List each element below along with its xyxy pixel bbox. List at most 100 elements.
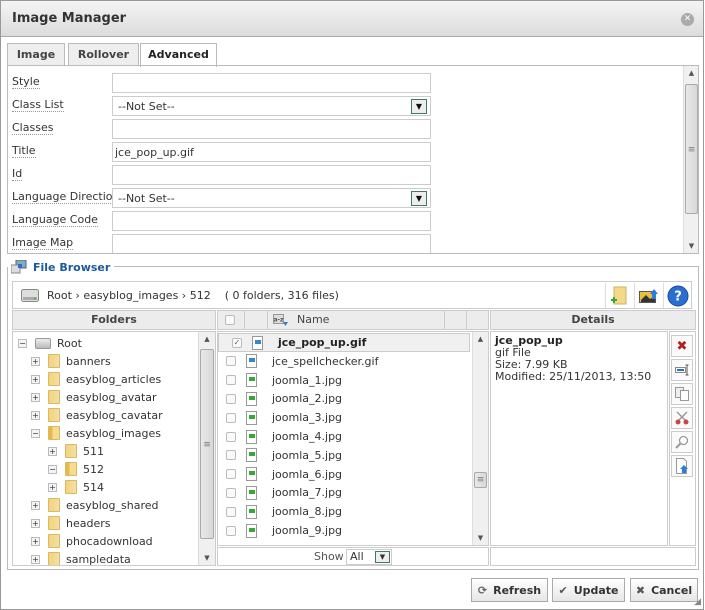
class-list-value: --Not Set-- bbox=[118, 100, 175, 113]
files-scrollbar[interactable]: ▲ ≡ ▼ bbox=[472, 332, 488, 545]
collapse-icon[interactable]: − bbox=[18, 338, 27, 348]
tree-item[interactable]: + easyblog_articles bbox=[31, 370, 161, 388]
delete-button[interactable]: ✖ bbox=[671, 335, 693, 357]
tree-item[interactable]: − easyblog_images bbox=[31, 424, 161, 442]
name-column-header[interactable]: Name bbox=[297, 311, 329, 329]
id-input[interactable] bbox=[112, 165, 431, 185]
close-icon[interactable]: ✕ bbox=[681, 13, 694, 26]
scroll-up-icon[interactable]: ▲ bbox=[684, 66, 698, 80]
style-input[interactable] bbox=[112, 73, 431, 93]
tree-item[interactable]: + easyblog_shared bbox=[31, 496, 158, 514]
expand-icon[interactable]: + bbox=[31, 410, 40, 420]
chevron-down-icon[interactable]: ▼ bbox=[411, 99, 427, 114]
cut-button[interactable] bbox=[671, 407, 693, 429]
breadcrumb-path[interactable]: Root › easyblog_images › 512 bbox=[47, 289, 211, 302]
scroll-thumb[interactable]: ≡ bbox=[474, 472, 487, 488]
tree-item[interactable]: − Root bbox=[18, 334, 82, 352]
view-button[interactable] bbox=[671, 431, 693, 453]
tree-item[interactable]: + easyblog_avatar bbox=[31, 388, 157, 406]
tree-scrollbar[interactable]: ▲ ≡ ▼ bbox=[198, 332, 215, 565]
chevron-down-icon[interactable]: ▼ bbox=[375, 551, 390, 563]
upload-button[interactable] bbox=[634, 283, 662, 308]
collapse-icon[interactable]: − bbox=[31, 428, 40, 438]
tree-item[interactable]: + phocadownload bbox=[31, 532, 153, 550]
tree-item-label: phocadownload bbox=[66, 534, 153, 548]
classes-input[interactable] bbox=[112, 119, 431, 139]
tree-item[interactable]: +514 bbox=[48, 478, 104, 496]
image-file-icon bbox=[246, 448, 257, 463]
scroll-thumb[interactable]: ≡ bbox=[200, 349, 214, 539]
expand-icon[interactable]: + bbox=[48, 446, 57, 456]
scroll-down-icon[interactable]: ▼ bbox=[684, 239, 698, 253]
gif-file-icon bbox=[246, 354, 257, 369]
file-checkbox[interactable] bbox=[226, 356, 236, 367]
file-row[interactable]: joomla_9.jpg bbox=[218, 521, 470, 540]
cancel-icon: ✖ bbox=[635, 583, 646, 597]
tree-item[interactable]: +511 bbox=[48, 442, 104, 460]
file-row[interactable]: joomla_5.jpg bbox=[218, 446, 470, 465]
file-row[interactable]: joomla_3.jpg bbox=[218, 408, 470, 427]
image-file-icon bbox=[246, 523, 257, 538]
rename-button[interactable] bbox=[671, 359, 693, 381]
file-checkbox[interactable] bbox=[226, 393, 236, 404]
cancel-label: Cancel bbox=[651, 583, 693, 597]
title-input[interactable]: jce_pop_up.gif bbox=[112, 142, 431, 162]
cancel-button[interactable]: ✖ Cancel bbox=[630, 578, 698, 602]
refresh-button[interactable]: ⟳ Refresh bbox=[471, 578, 548, 602]
select-all-checkbox[interactable] bbox=[225, 315, 235, 325]
expand-icon[interactable]: + bbox=[31, 500, 40, 510]
file-checkbox[interactable] bbox=[226, 431, 236, 442]
tree-item[interactable]: + easyblog_cavatar bbox=[31, 406, 163, 424]
tree-item[interactable]: + headers bbox=[31, 514, 110, 532]
tree-item[interactable]: + banners bbox=[31, 352, 111, 370]
file-row[interactable]: ✓ jce_pop_up.gif bbox=[218, 333, 470, 352]
language-direction-select[interactable]: --Not Set-- ▼ bbox=[112, 188, 431, 208]
resize-grip-icon[interactable]: ◢ bbox=[694, 597, 701, 607]
image-map-input[interactable] bbox=[112, 234, 431, 253]
scroll-up-icon[interactable]: ▲ bbox=[473, 332, 488, 346]
file-row[interactable]: joomla_2.jpg bbox=[218, 389, 470, 408]
file-checkbox[interactable] bbox=[226, 412, 236, 423]
file-checkbox[interactable] bbox=[226, 375, 236, 386]
file-checkbox[interactable] bbox=[226, 450, 236, 461]
expand-icon[interactable]: + bbox=[31, 518, 40, 528]
scroll-down-icon[interactable]: ▼ bbox=[199, 551, 215, 565]
tab-advanced[interactable]: Advanced bbox=[140, 43, 217, 67]
scroll-thumb[interactable]: ≡ bbox=[685, 84, 698, 214]
help-button[interactable]: ? bbox=[663, 283, 691, 308]
expand-icon[interactable]: + bbox=[31, 374, 40, 384]
update-button[interactable]: ✔ Update bbox=[552, 578, 625, 602]
tab-rollover[interactable]: Rollover bbox=[68, 43, 139, 66]
scroll-up-icon[interactable]: ▲ bbox=[199, 332, 215, 346]
file-checkbox[interactable] bbox=[226, 506, 236, 517]
file-row[interactable]: joomla_7.jpg bbox=[218, 483, 470, 502]
show-select[interactable]: All ▼ bbox=[346, 549, 392, 565]
file-row[interactable]: jce_spellchecker.gif bbox=[218, 352, 470, 371]
image-file-icon bbox=[246, 373, 257, 388]
collapse-icon[interactable]: − bbox=[48, 464, 57, 474]
file-row[interactable]: joomla_8.jpg bbox=[218, 502, 470, 521]
expand-icon[interactable]: + bbox=[48, 482, 57, 492]
file-checkbox[interactable] bbox=[226, 487, 236, 498]
file-checkbox[interactable] bbox=[226, 525, 236, 536]
panel-scrollbar[interactable]: ▲ ≡ ▼ bbox=[683, 66, 698, 253]
tree-item[interactable]: + sampledata bbox=[31, 550, 131, 565]
scroll-down-icon[interactable]: ▼ bbox=[473, 531, 488, 545]
file-row[interactable]: joomla_4.jpg bbox=[218, 427, 470, 446]
expand-icon[interactable]: + bbox=[31, 392, 40, 402]
file-row[interactable]: joomla_6.jpg bbox=[218, 465, 470, 484]
language-code-input[interactable] bbox=[112, 211, 431, 231]
expand-icon[interactable]: + bbox=[31, 554, 40, 564]
tab-image[interactable]: Image bbox=[7, 43, 65, 66]
file-checkbox[interactable] bbox=[226, 469, 236, 480]
file-row[interactable]: joomla_1.jpg bbox=[218, 371, 470, 390]
copy-button[interactable] bbox=[671, 383, 693, 405]
expand-icon[interactable]: + bbox=[31, 356, 40, 366]
insert-button[interactable] bbox=[671, 455, 693, 477]
tree-item[interactable]: − 512 bbox=[48, 460, 104, 478]
chevron-down-icon[interactable]: ▼ bbox=[411, 191, 427, 206]
file-checkbox[interactable]: ✓ bbox=[232, 337, 242, 348]
expand-icon[interactable]: + bbox=[31, 536, 40, 546]
new-folder-button[interactable] bbox=[605, 283, 633, 308]
class-list-select[interactable]: --Not Set-- ▼ bbox=[112, 96, 431, 116]
